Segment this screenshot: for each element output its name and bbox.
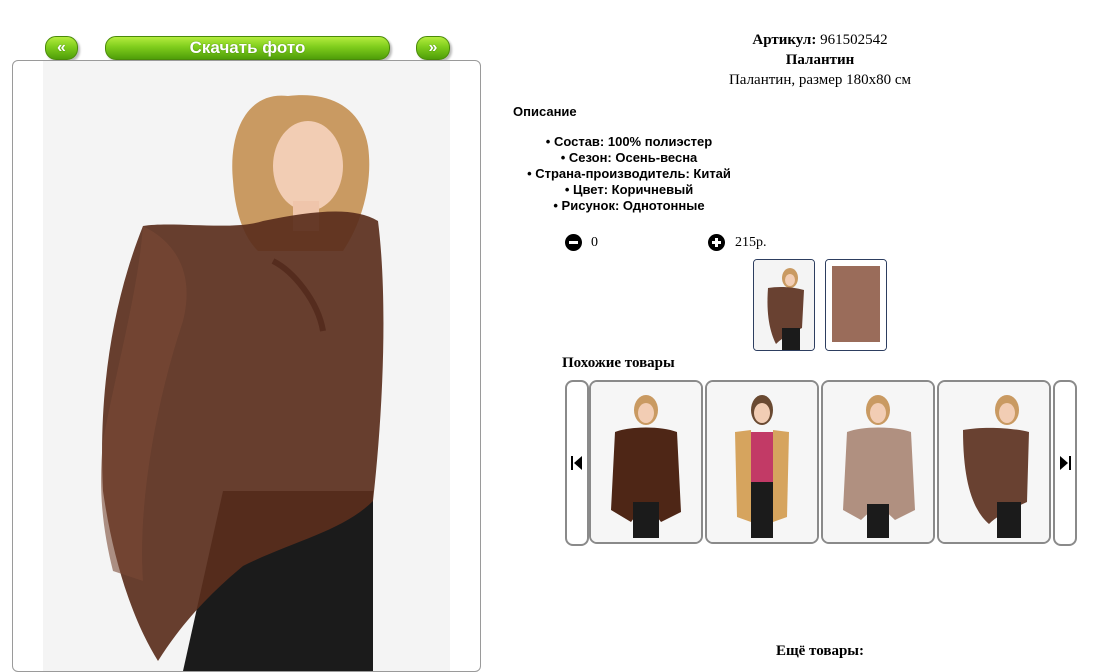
- quantity-value: 0: [591, 235, 598, 250]
- carousel-prev-button[interactable]: [565, 380, 589, 546]
- model-thumbnail-image: [754, 260, 814, 350]
- increase-quantity-icon[interactable]: [708, 234, 725, 251]
- description-title: Описание: [513, 104, 577, 119]
- property-item: • Страна-производитель: Китай: [527, 166, 731, 181]
- similar-product-card[interactable]: [821, 380, 935, 544]
- similar-products-title: Похожие товары: [562, 355, 675, 371]
- model-wearing-scarf-image: [43, 61, 450, 671]
- prev-photo-button[interactable]: «: [45, 36, 78, 60]
- product-name: Палантин: [785, 52, 855, 68]
- price-value: 215р.: [735, 235, 767, 250]
- property-item: • Цвет: Коричневый: [564, 182, 694, 197]
- fabric-swatch-image: [826, 260, 886, 350]
- property-item: • Рисунок: Однотонные: [553, 198, 705, 213]
- decrease-quantity-icon[interactable]: [565, 234, 582, 251]
- similar-product-card[interactable]: [589, 380, 703, 544]
- carousel-next-button[interactable]: [1053, 380, 1077, 546]
- skip-next-icon: [1060, 456, 1071, 470]
- article-value: 961502542: [820, 32, 888, 48]
- main-photo-frame: [12, 60, 481, 672]
- similar-product-card[interactable]: [705, 380, 819, 544]
- download-photo-button[interactable]: Скачать фото: [105, 36, 390, 60]
- next-photo-button[interactable]: »: [416, 36, 450, 60]
- photo-thumbnail[interactable]: [753, 259, 815, 351]
- property-item: • Состав: 100% полиэстер: [545, 134, 713, 149]
- skip-previous-icon: [571, 456, 582, 470]
- product-subtitle: Палантин, размер 180x80 см: [728, 72, 912, 88]
- similar-product-card[interactable]: [937, 380, 1051, 544]
- main-product-photo[interactable]: [43, 61, 450, 671]
- similar-product-image: [939, 382, 1049, 542]
- fabric-swatch-thumbnail[interactable]: [825, 259, 887, 351]
- similar-product-image: [707, 382, 817, 542]
- article-line: Артикул: 961502542: [620, 32, 1020, 49]
- similar-product-image: [823, 382, 933, 542]
- properties-list: • Состав: 100% полиэстер • Сезон: Осень-…: [513, 134, 745, 214]
- property-item: • Сезон: Осень-весна: [560, 150, 698, 165]
- article-label: Артикул:: [752, 32, 817, 48]
- more-products-title: Ещё товары:: [775, 643, 865, 659]
- similar-product-image: [591, 382, 701, 542]
